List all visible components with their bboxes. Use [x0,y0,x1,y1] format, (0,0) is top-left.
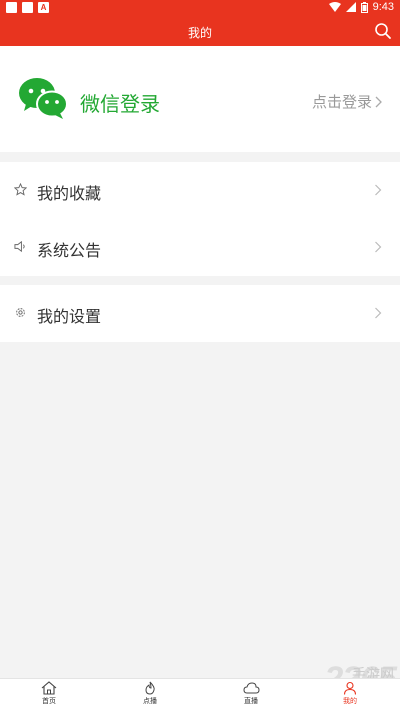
menu-item-label: 我的收藏 [37,186,102,203]
menu-group-primary: 我的收藏 系统公告 [0,162,400,276]
tab-label: 我的 [343,698,357,705]
login-card[interactable]: 微信登录 点击登录 [0,46,400,152]
battery-icon [360,1,368,13]
notification-icons: A [6,2,49,13]
clock: 9:43 [372,1,394,13]
menu-item-label: 系统公告 [37,243,102,260]
gear-icon [16,308,25,317]
menu-item-settings[interactable]: 我的设置 [0,285,400,342]
tab-on-demand[interactable]: 点播 [120,681,180,706]
person-icon [343,681,357,695]
speaker-icon [14,240,25,253]
chevron-right-icon [375,96,382,107]
notification-icon [22,2,33,13]
tab-live[interactable]: 直播 [221,681,281,706]
tab-label: 首页 [42,698,56,705]
wifi-icon [328,2,341,12]
menu-item-label: 我的设置 [37,309,102,326]
bottom-tab-bar: 首页 点播 直播 我的 [0,678,400,712]
tab-label: 点播 [143,698,157,705]
wechat-login-label[interactable]: 微信登录 [80,88,160,117]
flame-icon [145,681,155,695]
tab-home[interactable]: 首页 [19,681,79,706]
chevron-right-icon [375,241,382,253]
status-indicators: 9:43 [328,1,394,13]
menu-item-favorites[interactable]: 我的收藏 [0,162,400,219]
chevron-right-icon [375,307,382,319]
tab-label: 直播 [244,698,258,705]
login-button[interactable]: 点击登录 [312,91,382,112]
menu-group-settings: 我的设置 [0,285,400,342]
page-title: 我的 [187,26,212,40]
app-header: 我的 [0,16,400,46]
wechat-logo-icon [19,78,68,119]
status-bar: A 9:43 [0,0,400,16]
signal-icon [345,2,356,12]
search-icon[interactable] [374,22,392,40]
star-icon [14,183,27,196]
notification-icon: A [38,2,49,13]
menu-item-announcements[interactable]: 系统公告 [0,219,400,276]
chevron-right-icon [375,184,382,196]
login-link-label: 点击登录 [311,94,372,111]
tab-mine[interactable]: 我的 [320,681,380,706]
notification-icon [6,2,17,13]
cloud-icon [242,682,260,694]
home-icon [41,681,57,695]
